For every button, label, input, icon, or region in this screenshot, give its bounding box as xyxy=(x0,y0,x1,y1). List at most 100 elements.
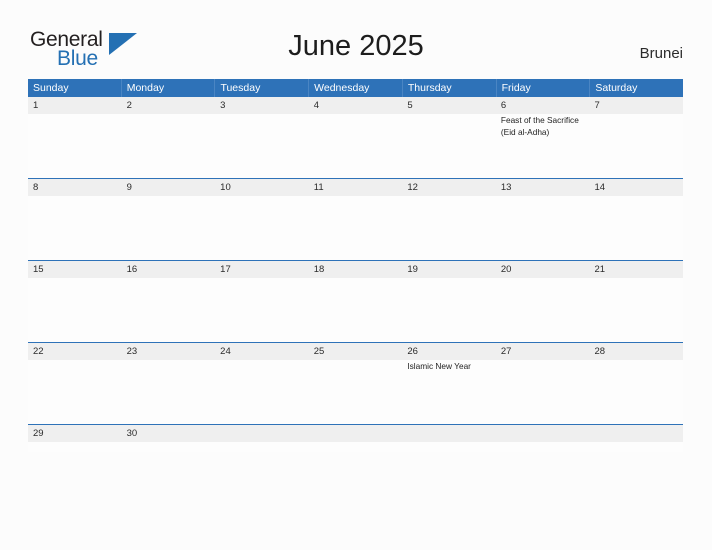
day-cell[interactable] xyxy=(589,360,683,424)
dow-monday: Monday xyxy=(122,79,216,97)
day-cell[interactable]: Islamic New Year xyxy=(402,360,496,424)
day-number xyxy=(496,425,590,442)
country-label: Brunei xyxy=(639,45,683,62)
dow-tuesday: Tuesday xyxy=(215,79,310,97)
dow-saturday: Saturday xyxy=(595,82,638,94)
day-number[interactable]: 13 xyxy=(496,179,590,196)
day-cell[interactable] xyxy=(28,360,122,424)
week-event-band xyxy=(28,196,683,260)
day-cell[interactable]: Feast of the Sacrifice (Eid al-Adha) xyxy=(496,114,590,178)
day-cell[interactable] xyxy=(122,360,216,424)
day-number[interactable]: 10 xyxy=(215,179,309,196)
day-cell[interactable] xyxy=(589,196,683,260)
day-number xyxy=(589,425,683,442)
day-cell[interactable] xyxy=(496,360,590,424)
dow-thursday: Thursday xyxy=(403,79,497,97)
day-number[interactable]: 7 xyxy=(589,97,683,114)
week-date-band: 22 23 24 25 26 27 28 xyxy=(28,343,683,360)
week-event-band: Islamic New Year xyxy=(28,360,683,424)
day-cell[interactable] xyxy=(496,196,590,260)
day-number[interactable]: 15 xyxy=(28,261,122,278)
day-cell[interactable] xyxy=(122,278,216,342)
day-cell xyxy=(215,442,309,452)
day-number[interactable]: 17 xyxy=(215,261,309,278)
week-date-band: 29 30 xyxy=(28,425,683,442)
day-number[interactable]: 18 xyxy=(309,261,403,278)
day-number[interactable]: 11 xyxy=(309,179,403,196)
day-cell[interactable] xyxy=(28,114,122,178)
day-cell[interactable] xyxy=(309,114,403,178)
day-number[interactable]: 9 xyxy=(122,179,216,196)
week-event-band xyxy=(28,278,683,342)
calendar-week-row: 29 30 xyxy=(28,424,683,452)
day-number[interactable]: 14 xyxy=(589,179,683,196)
day-number[interactable]: 24 xyxy=(215,343,309,360)
day-number[interactable]: 23 xyxy=(122,343,216,360)
calendar-page: General Blue June 2025 Brunei Sunday Mon… xyxy=(0,0,712,550)
day-number[interactable]: 16 xyxy=(122,261,216,278)
calendar-week-row: 1 2 3 4 5 6 7 Feast of the Sacrifice (Ei… xyxy=(28,97,683,178)
page-header: General Blue June 2025 Brunei xyxy=(0,0,712,76)
day-cell[interactable] xyxy=(402,196,496,260)
day-number[interactable]: 3 xyxy=(215,97,309,114)
day-cell[interactable] xyxy=(402,114,496,178)
dow-wednesday: Wednesday xyxy=(309,79,403,97)
day-number[interactable]: 6 xyxy=(496,97,590,114)
day-cell[interactable] xyxy=(496,278,590,342)
day-cell[interactable] xyxy=(589,278,683,342)
week-event-band xyxy=(28,442,683,452)
day-number xyxy=(402,425,496,442)
week-event-band: Feast of the Sacrifice (Eid al-Adha) xyxy=(28,114,683,178)
day-number[interactable]: 5 xyxy=(402,97,496,114)
day-number[interactable]: 20 xyxy=(496,261,590,278)
day-of-week-header: Sunday Monday Tuesday Wednesday Thursday… xyxy=(28,79,683,97)
day-cell xyxy=(402,442,496,452)
day-cell[interactable] xyxy=(589,114,683,178)
dow-sunday: Sunday xyxy=(28,79,122,97)
day-number[interactable]: 4 xyxy=(309,97,403,114)
day-cell[interactable] xyxy=(215,196,309,260)
calendar-week-row: 15 16 17 18 19 20 21 xyxy=(28,260,683,342)
day-cell[interactable] xyxy=(28,278,122,342)
calendar-week-row: 22 23 24 25 26 27 28 Islamic New Year xyxy=(28,342,683,424)
day-number[interactable]: 28 xyxy=(589,343,683,360)
day-cell xyxy=(309,442,403,452)
day-cell[interactable] xyxy=(402,278,496,342)
day-cell[interactable] xyxy=(215,360,309,424)
day-number[interactable]: 19 xyxy=(402,261,496,278)
calendar-week-row: 8 9 10 11 12 13 14 xyxy=(28,178,683,260)
day-number[interactable]: 2 xyxy=(122,97,216,114)
calendar-grid: Sunday Monday Tuesday Wednesday Thursday… xyxy=(28,79,683,452)
day-cell[interactable] xyxy=(122,114,216,178)
week-date-band: 15 16 17 18 19 20 21 xyxy=(28,261,683,278)
day-cell xyxy=(496,442,590,452)
day-cell xyxy=(589,442,683,452)
day-number[interactable]: 29 xyxy=(28,425,122,442)
day-number[interactable]: 12 xyxy=(402,179,496,196)
day-number[interactable]: 21 xyxy=(589,261,683,278)
dow-friday: Friday xyxy=(497,79,591,97)
day-number[interactable]: 25 xyxy=(309,343,403,360)
event-label: Feast of the Sacrifice (Eid al-Adha) xyxy=(500,115,579,137)
day-number[interactable]: 26 xyxy=(402,343,496,360)
day-cell[interactable] xyxy=(122,196,216,260)
week-date-band: 8 9 10 11 12 13 14 xyxy=(28,179,683,196)
day-number xyxy=(309,425,403,442)
day-number[interactable]: 27 xyxy=(496,343,590,360)
day-cell[interactable] xyxy=(309,196,403,260)
day-number[interactable]: 30 xyxy=(122,425,216,442)
day-number xyxy=(215,425,309,442)
day-cell[interactable] xyxy=(309,278,403,342)
day-cell[interactable] xyxy=(122,442,216,452)
week-date-band: 1 2 3 4 5 6 7 xyxy=(28,97,683,114)
day-number[interactable]: 1 xyxy=(28,97,122,114)
day-cell[interactable] xyxy=(309,360,403,424)
day-cell[interactable] xyxy=(215,114,309,178)
page-title: June 2025 xyxy=(288,30,424,62)
day-number[interactable]: 22 xyxy=(28,343,122,360)
day-cell[interactable] xyxy=(215,278,309,342)
day-number[interactable]: 8 xyxy=(28,179,122,196)
event-label: Islamic New Year xyxy=(407,361,471,371)
day-cell[interactable] xyxy=(28,442,122,452)
day-cell[interactable] xyxy=(28,196,122,260)
